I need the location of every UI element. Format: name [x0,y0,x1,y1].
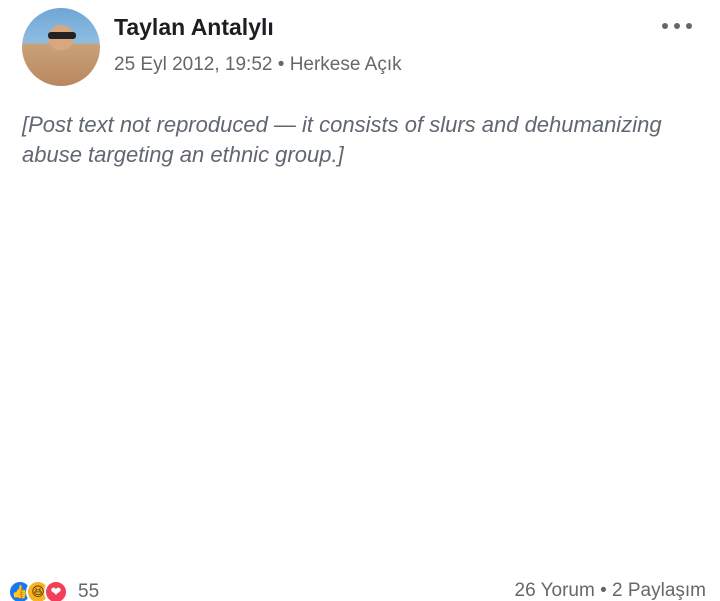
author-name[interactable]: Taylan Antalylı [114,14,274,41]
post-meta: 25 Eyl 2012, 19:52 • Herkese Açık [114,54,402,76]
audience-label: Herkese Açık [289,54,402,75]
meta-separator: • [277,54,285,75]
reaction-count[interactable]: 55 [78,581,99,601]
post-body-notice: [Post text not reproduced — it consists … [22,112,662,167]
reaction-summary[interactable]: 👍 😆 ❤ 55 [8,580,99,601]
engagement-summary: 26 Yorum • 2 Paylaşım [515,580,707,601]
post-body: [Post text not reproduced — it consists … [22,110,698,170]
engagement-separator: • [600,580,607,601]
post-footer: 👍 😆 ❤ 55 26 Yorum • 2 Paylaşım [8,574,712,601]
more-options-icon[interactable] [662,16,692,36]
love-icon: ❤ [44,580,68,601]
post-header: Taylan Antalylı 25 Eyl 2012, 19:52 • Her… [22,6,698,86]
post-date[interactable]: 25 Eyl 2012, 19:52 [114,54,272,75]
sunglasses-shape [48,32,76,39]
comment-count[interactable]: 26 Yorum [515,580,595,601]
author-avatar[interactable] [22,8,100,86]
share-count[interactable]: 2 Paylaşım [612,580,706,601]
